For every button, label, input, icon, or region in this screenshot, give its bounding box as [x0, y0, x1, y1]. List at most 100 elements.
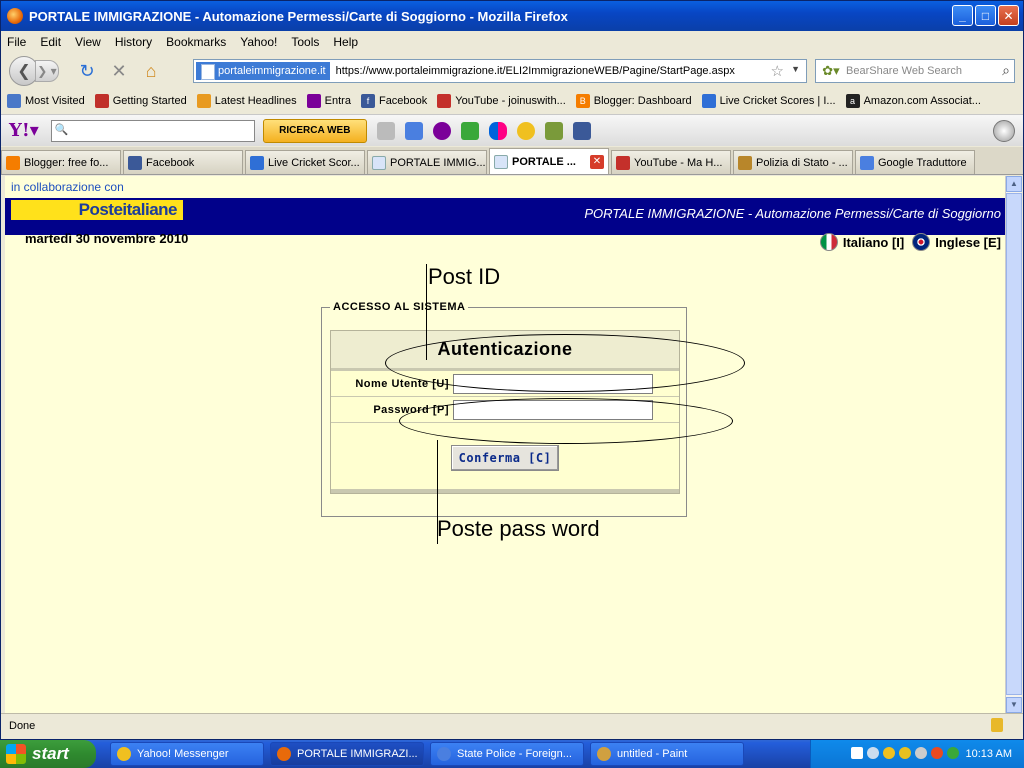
- pencil-icon[interactable]: [376, 121, 395, 140]
- minimize-button[interactable]: _: [952, 5, 973, 26]
- url-dropdown-icon[interactable]: ▼: [791, 64, 800, 74]
- bookmark-entra[interactable]: Entra: [306, 94, 351, 108]
- bookmark-star-icon[interactable]: ☆: [771, 62, 784, 80]
- help-icon[interactable]: [851, 747, 863, 759]
- bookmark-most-visited[interactable]: Most Visited: [7, 94, 85, 108]
- amazon-icon: a: [845, 94, 860, 108]
- task-yahoo-messenger[interactable]: Yahoo! Messenger: [110, 742, 264, 766]
- banner-title: PORTALE IMMIGRAZIONE - Automazione Perme…: [584, 206, 1001, 221]
- antispy-icon[interactable]: [544, 121, 563, 140]
- update-icon[interactable]: [947, 747, 959, 759]
- panel-footer: [331, 489, 679, 493]
- scroll-down-icon[interactable]: ▼: [1006, 697, 1022, 713]
- annotation-poste-password: Poste pass word: [437, 516, 600, 541]
- windows-logo-icon: [6, 744, 26, 764]
- mail-icon[interactable]: [404, 121, 423, 140]
- facebook-icon[interactable]: [572, 121, 591, 140]
- search-placeholder: BearShare Web Search: [846, 65, 962, 77]
- firefox-icon: [277, 747, 291, 761]
- menu-file[interactable]: File: [7, 35, 26, 49]
- yahoo-search-button[interactable]: RICERCA WEB: [262, 118, 367, 143]
- task-firefox[interactable]: PORTALE IMMIGRAZI...: [270, 742, 424, 766]
- menu-help[interactable]: Help: [333, 35, 358, 49]
- shield-icon[interactable]: [899, 747, 911, 759]
- scroll-up-icon[interactable]: ▲: [1006, 176, 1022, 192]
- cricket-icon: [250, 155, 264, 170]
- navigation-toolbar: ❮ ❯ ▾ ↻ ✕ ⌂ portaleimmigrazione.it https…: [1, 53, 1023, 89]
- settings-gear-icon[interactable]: [993, 120, 1015, 142]
- confirm-button[interactable]: Conferma [C]: [451, 445, 559, 471]
- stop-icon[interactable]: ✕: [105, 59, 133, 83]
- yahoo-logo-icon[interactable]: Y!▾: [9, 120, 39, 141]
- volume-icon[interactable]: [915, 747, 927, 759]
- url-text[interactable]: https://www.portaleimmigrazione.it/ELI2I…: [336, 65, 735, 77]
- tab-blogger[interactable]: Blogger: free fo...: [1, 150, 121, 174]
- tab-polizia[interactable]: Polizia di Stato - ...: [733, 150, 853, 174]
- yahoo-search-input[interactable]: [50, 119, 255, 142]
- bookmarks-toolbar: Most Visited Getting Started Latest Head…: [1, 89, 1023, 113]
- messenger-tray-icon[interactable]: [883, 747, 895, 759]
- bookmark-live-cricket[interactable]: Live Cricket Scores | I...: [701, 94, 836, 108]
- forward-button[interactable]: ❯ ▾: [35, 60, 59, 82]
- bookmark-facebook[interactable]: f Facebook: [360, 94, 427, 108]
- task-paint[interactable]: untitled - Paint: [590, 742, 744, 766]
- flickr-icon[interactable]: [488, 121, 507, 140]
- network-icon[interactable]: [867, 747, 879, 759]
- language-selector: Italiano [I] Inglese [E]: [819, 233, 1001, 251]
- search-icon[interactable]: ⌕: [1002, 62, 1010, 79]
- bookmark-amazon[interactable]: a Amazon.com Associat...: [845, 94, 981, 108]
- title-bar[interactable]: PORTALE IMMIGRAZIONE - Automazione Perme…: [1, 1, 1023, 31]
- uk-flag-icon[interactable]: [912, 233, 931, 251]
- tab-live-cricket[interactable]: Live Cricket Scor...: [245, 150, 365, 174]
- messenger-icon[interactable]: [516, 121, 535, 140]
- home-icon[interactable]: ⌂: [137, 59, 165, 83]
- messenger-icon: [117, 747, 131, 761]
- menu-tools[interactable]: Tools: [291, 35, 319, 49]
- status-text: Done: [9, 719, 36, 732]
- search-engine-icon[interactable]: ✿▾: [816, 60, 846, 82]
- menu-history[interactable]: History: [115, 35, 152, 49]
- menu-bar: File Edit View History Bookmarks Yahoo! …: [1, 31, 1023, 53]
- my-yahoo-icon[interactable]: [432, 121, 451, 140]
- bookmark-getting-started[interactable]: Getting Started: [94, 94, 187, 108]
- bookmark-youtube[interactable]: YouTube - joinuswith...: [437, 94, 566, 108]
- tab-google-translate[interactable]: Google Traduttore: [855, 150, 975, 174]
- youtube-icon: [616, 155, 630, 170]
- menu-edit[interactable]: Edit: [40, 35, 61, 49]
- tab-facebook[interactable]: Facebook: [123, 150, 243, 174]
- window-controls: _ □ ✕: [952, 5, 1019, 26]
- search-box[interactable]: ✿▾ BearShare Web Search ⌕: [815, 59, 1015, 83]
- rss-icon: [196, 94, 211, 108]
- tray-icons: [851, 747, 959, 759]
- address-bar[interactable]: portaleimmigrazione.it https://www.porta…: [193, 59, 807, 83]
- task-state-police[interactable]: State Police - Foreign...: [430, 742, 584, 766]
- close-tab-icon[interactable]: ✕: [590, 154, 604, 169]
- annotation-ellipse-top: [385, 334, 745, 392]
- collaboration-text: in collaborazione con: [11, 180, 124, 194]
- bookmark-latest-headlines[interactable]: Latest Headlines: [196, 94, 297, 108]
- lang-italian-link[interactable]: Italiano [I]: [843, 235, 904, 250]
- scroll-thumb[interactable]: [1006, 193, 1022, 695]
- vertical-scrollbar[interactable]: ▲ ▼: [1005, 176, 1022, 713]
- tab-youtube[interactable]: YouTube - Ma H...: [611, 150, 731, 174]
- menu-bookmarks[interactable]: Bookmarks: [166, 35, 226, 49]
- tab-portale-1[interactable]: PORTALE IMMIG...: [367, 150, 487, 174]
- polizia-icon: [738, 155, 752, 170]
- maximize-button[interactable]: □: [975, 5, 996, 26]
- lang-english-link[interactable]: Inglese [E]: [935, 235, 1001, 250]
- menu-view[interactable]: View: [75, 35, 101, 49]
- antivirus-icon[interactable]: [931, 747, 943, 759]
- most-visited-icon: [7, 94, 21, 108]
- site-identity-button[interactable]: portaleimmigrazione.it: [196, 62, 330, 80]
- italy-flag-icon[interactable]: [819, 233, 838, 251]
- start-button[interactable]: start: [0, 740, 96, 768]
- menu-yahoo[interactable]: Yahoo!: [240, 35, 277, 49]
- bookmark-blogger[interactable]: B Blogger: Dashboard: [575, 94, 692, 108]
- annotation-post-id: Post ID: [428, 264, 501, 289]
- reload-icon[interactable]: ↻: [73, 59, 101, 83]
- tab-portale-active[interactable]: PORTALE ... ✕: [489, 148, 609, 174]
- close-button[interactable]: ✕: [998, 5, 1019, 26]
- lock-icon[interactable]: [991, 718, 1003, 732]
- puzzle-icon[interactable]: [460, 121, 479, 140]
- browser-window: PORTALE IMMIGRAZIONE - Automazione Perme…: [0, 0, 1024, 740]
